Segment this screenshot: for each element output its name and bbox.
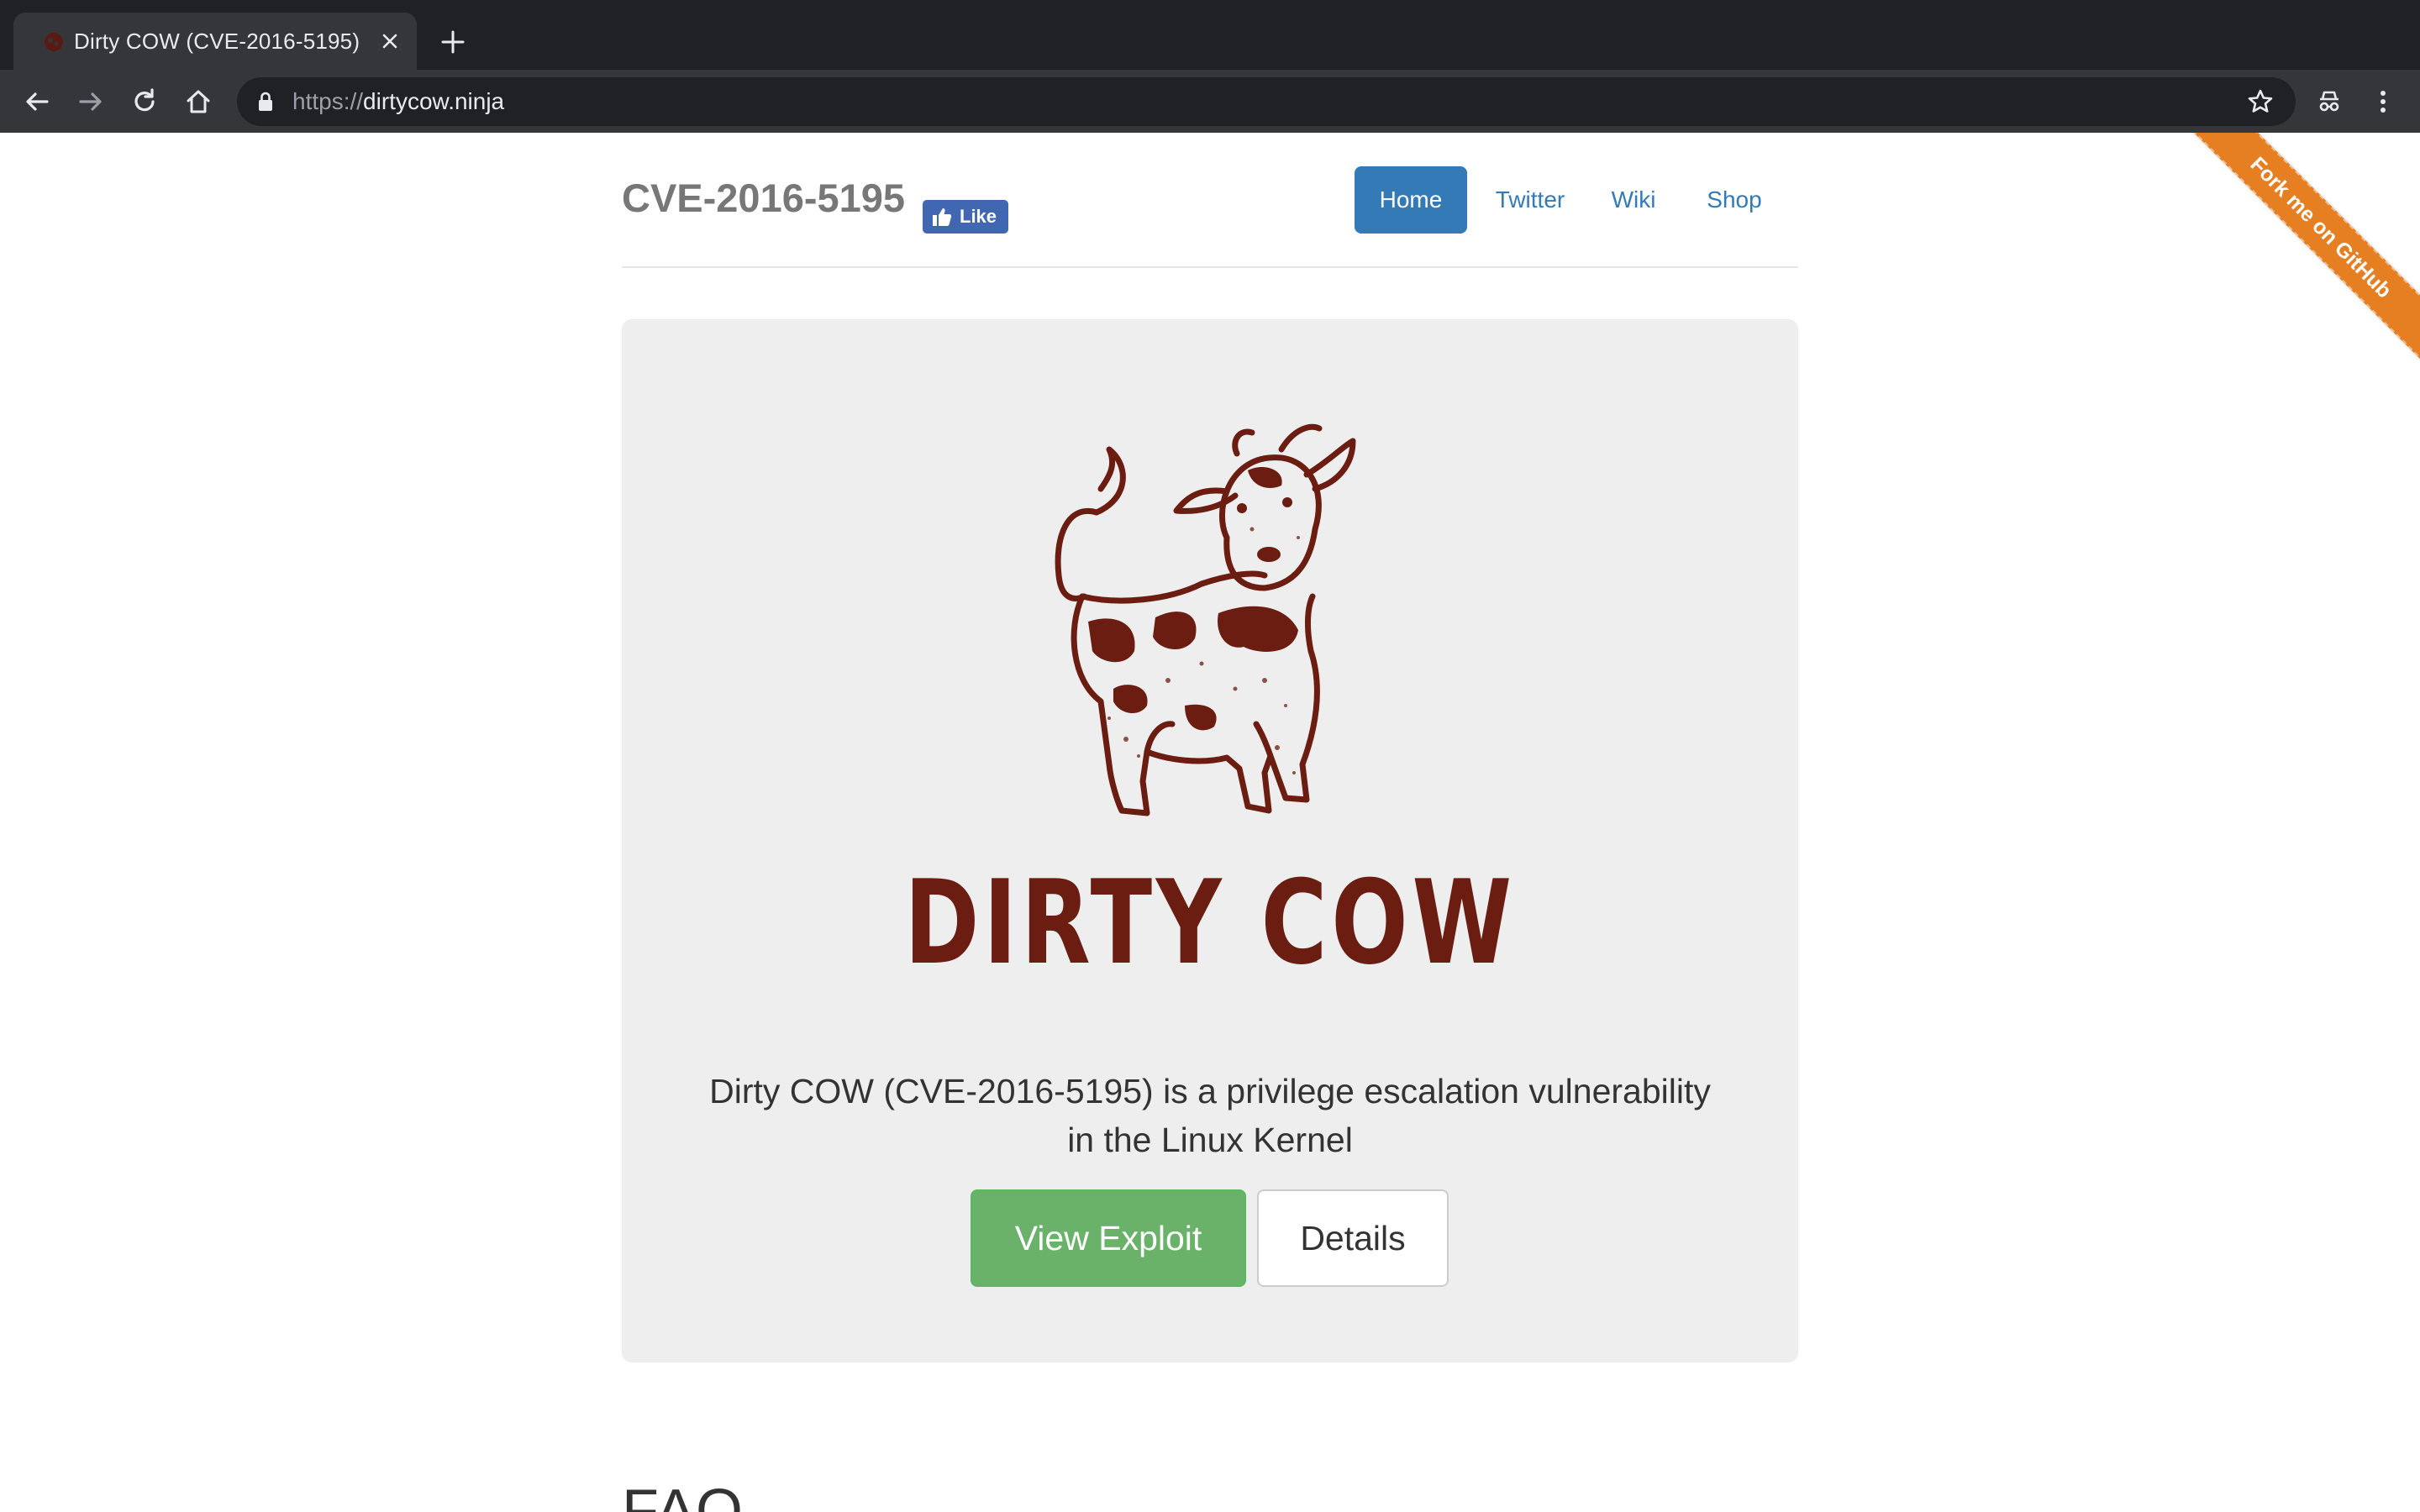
tab-title: Dirty COW (CVE-2016-5195) (74, 29, 360, 54)
new-tab-icon[interactable] (439, 28, 467, 56)
favicon-icon (45, 33, 63, 51)
page-brand[interactable]: CVE-2016-5195 (622, 175, 905, 221)
github-ribbon-container: Fork me on GitHub (2168, 133, 2420, 385)
home-icon[interactable] (182, 85, 215, 118)
faq-heading: FAQ (622, 1478, 744, 1512)
url-text[interactable]: https://dirtycow.ninja (292, 88, 504, 115)
hero-description-line-1: Dirty COW (CVE-2016-5195) is a privilege… (709, 1072, 1711, 1110)
nav-shop[interactable]: Shop (1686, 166, 1783, 234)
dirty-cow-wordmark: DIRTY COW (904, 855, 1516, 990)
hero-description: Dirty COW (CVE-2016-5195) is a privilege… (706, 1067, 1714, 1164)
page-content: CVE-2016-5195 Like Home Twitter Wiki Sho… (0, 133, 2420, 1512)
dirty-cow-logo (1055, 423, 1356, 816)
facebook-like-button[interactable]: Like (923, 200, 1008, 234)
incognito-icon[interactable] (2312, 85, 2346, 118)
nav-home[interactable]: Home (1355, 166, 1467, 234)
header-divider (622, 266, 1798, 268)
browser-toolbar: https://dirtycow.ninja (0, 70, 2420, 133)
close-tab-icon[interactable] (376, 28, 403, 55)
lock-icon (259, 92, 272, 111)
address-bar[interactable]: https://dirtycow.ninja (237, 77, 2296, 126)
details-button[interactable]: Details (1257, 1189, 1449, 1287)
nav-wiki[interactable]: Wiki (1593, 166, 1674, 234)
menu-kebab-icon[interactable] (2366, 85, 2400, 118)
thumbs-up-icon (933, 208, 952, 226)
facebook-like-label: Like (960, 206, 997, 227)
browser-chrome: Dirty COW (CVE-2016-5195) https://dirtyc… (0, 0, 2420, 133)
forward-icon[interactable] (74, 85, 108, 118)
hero-description-line-2: in the Linux Kernel (1067, 1121, 1353, 1159)
nav-twitter[interactable]: Twitter (1479, 166, 1581, 234)
fork-on-github-ribbon[interactable]: Fork me on GitHub (2180, 133, 2420, 369)
reload-icon[interactable] (128, 85, 161, 118)
browser-tab[interactable]: Dirty COW (CVE-2016-5195) (13, 13, 417, 70)
view-exploit-button[interactable]: View Exploit (971, 1189, 1246, 1287)
back-icon[interactable] (20, 85, 54, 118)
hero-jumbotron: DIRTY COW Dirty COW (CVE-2016-5195) is a… (622, 319, 1798, 1362)
bookmark-star-icon[interactable] (2245, 87, 2275, 117)
